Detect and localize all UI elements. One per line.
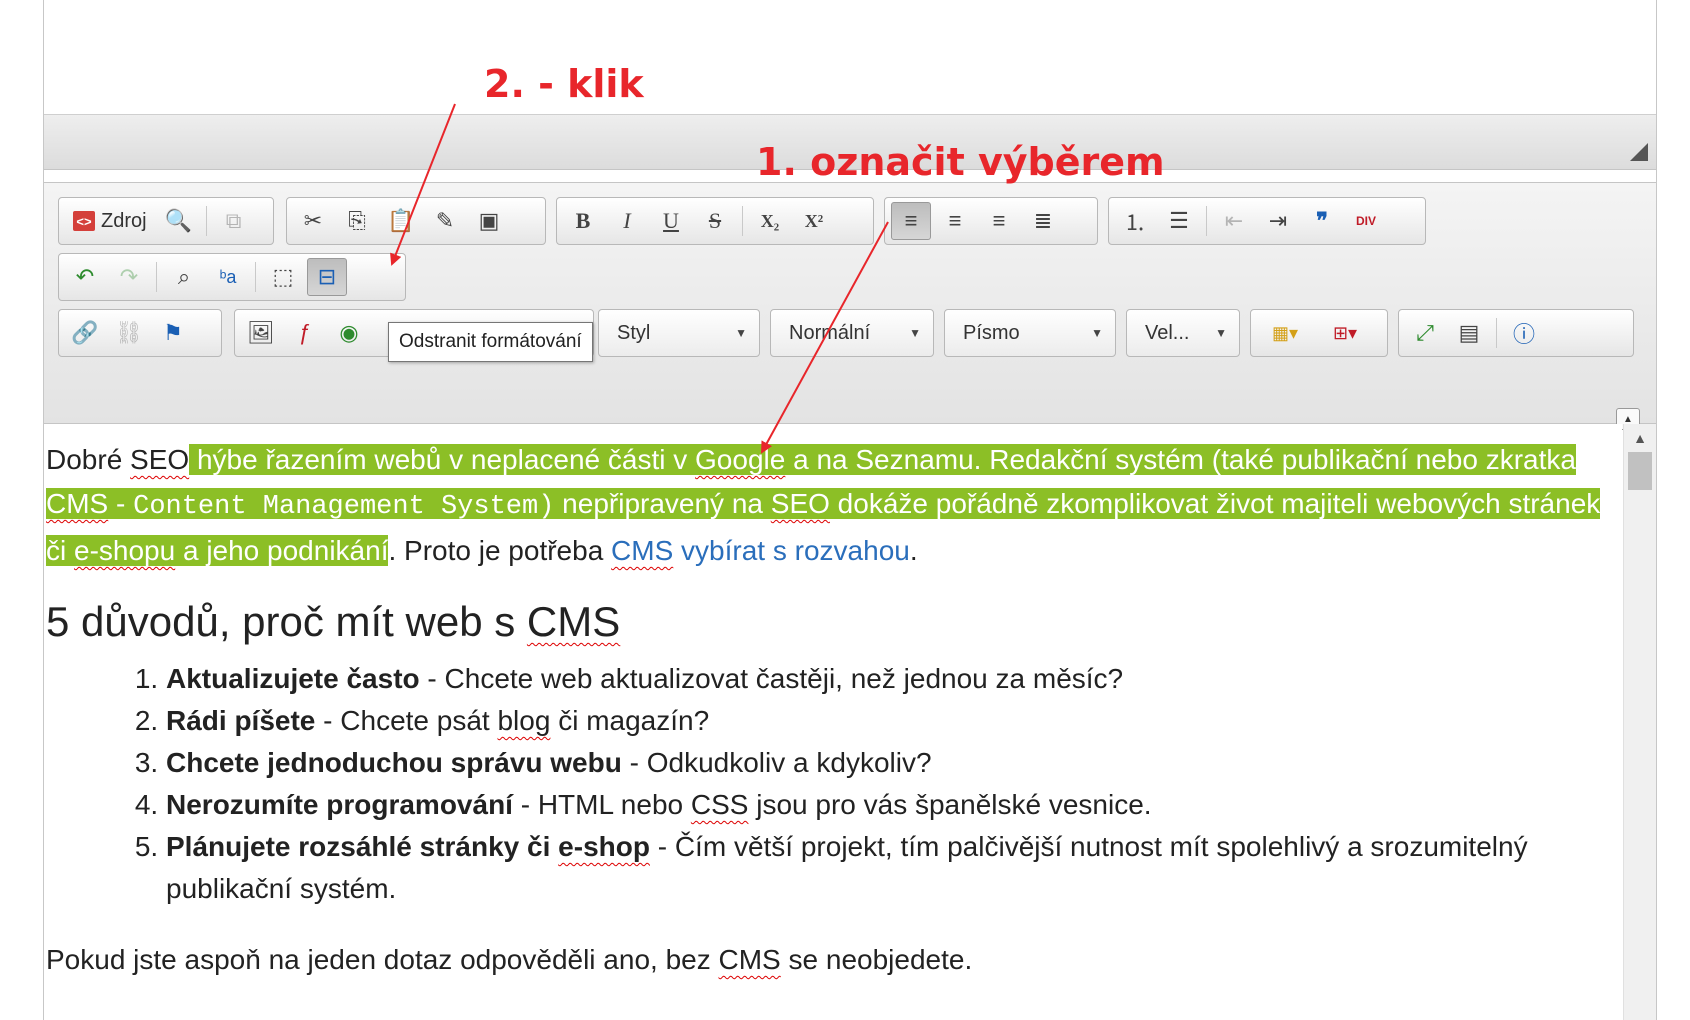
arrow-to-remove-format — [390, 103, 456, 266]
arrow-to-selection — [761, 221, 889, 454]
annotation-arrows — [390, 103, 889, 454]
